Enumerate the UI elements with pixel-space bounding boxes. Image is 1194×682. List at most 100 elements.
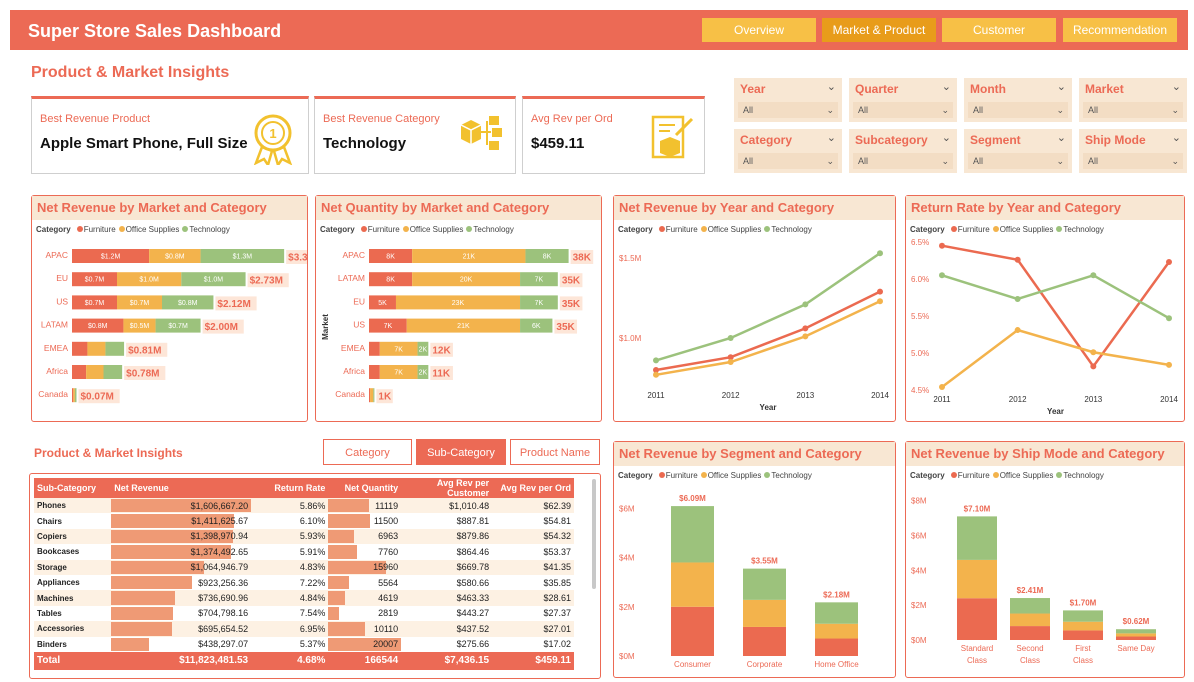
category-label: EMEA — [44, 343, 68, 353]
table-row[interactable]: Tables $704,798.16 7.54% 2819 $443.27 $27.37 — [34, 606, 574, 621]
legend-title: Category — [910, 471, 945, 480]
x-tick-label: Home Office — [814, 660, 859, 669]
filter-value[interactable]: All ⌄ — [853, 102, 953, 118]
filter-label: Month — [970, 82, 1006, 96]
data-point — [939, 384, 945, 391]
panel-rev-year: Net Revenue by Year and Category Categor… — [613, 195, 896, 422]
column-header[interactable]: Avg Rev per Ord — [492, 478, 574, 498]
axis-label: Year — [1047, 407, 1064, 416]
x-tick-label: Standard — [961, 644, 993, 653]
cell-databar — [328, 514, 371, 528]
table-cell: Storage — [34, 559, 112, 575]
column-header[interactable]: Sub-Category — [34, 478, 112, 498]
category-label: Africa — [46, 366, 68, 376]
filter-month[interactable]: Month ⌄ All ⌄ — [964, 78, 1072, 122]
bar-segment — [743, 568, 786, 600]
tab-product-name[interactable]: Product Name — [510, 439, 600, 465]
filter-category[interactable]: Category ⌄ All ⌄ — [734, 129, 842, 173]
nav-customer-button[interactable]: Customer — [942, 18, 1056, 42]
chart-title: Net Revenue by Market and Category — [32, 196, 307, 220]
chevron-down-icon: ⌄ — [1171, 105, 1179, 115]
total-label: $2.00M — [205, 322, 238, 333]
kpi-best-product: Best Revenue Product Apple Smart Phone, … — [31, 96, 309, 174]
table-row[interactable]: Binders $438,297.07 5.37% 20007 $275.66 $17.0… — [34, 637, 574, 652]
table-cell: $54.32 — [492, 528, 574, 545]
total-label: 12K — [432, 345, 451, 356]
nav-recommendation-button[interactable]: Recommendation — [1063, 18, 1177, 42]
x-tick-label: 2013 — [796, 391, 814, 400]
bar-segment — [1116, 629, 1156, 634]
category-label: US — [56, 296, 68, 306]
panel-rev-market: Net Revenue by Market and Category Categ… — [31, 195, 308, 422]
data-point — [1014, 327, 1021, 334]
x-tick-label: 2012 — [722, 391, 740, 400]
column-header[interactable]: Net Quantity — [328, 478, 402, 498]
table-cell: $54.81 — [543, 516, 571, 527]
category-label: EMEA — [341, 343, 365, 353]
table-row[interactable]: Phones $1,606,667.20 5.86% 11119 $1,010.48 $6… — [34, 498, 574, 514]
filter-value[interactable]: All ⌄ — [1083, 153, 1183, 169]
data-point — [939, 242, 945, 249]
filter-ship-mode[interactable]: Ship Mode ⌄ All ⌄ — [1079, 129, 1187, 173]
filter-value[interactable]: All ⌄ — [1083, 102, 1183, 118]
filter-market[interactable]: Market ⌄ All ⌄ — [1079, 78, 1187, 122]
legend-swatch — [950, 472, 957, 478]
total-label: $2.73M — [250, 276, 283, 287]
filter-value[interactable]: All ⌄ — [853, 153, 953, 169]
filter-value[interactable]: All ⌄ — [968, 153, 1068, 169]
table-cell: $437.52 — [401, 621, 493, 637]
total-label: $0.07M — [81, 392, 114, 403]
x-tick-label: 2013 — [1084, 395, 1102, 404]
legend-title: Category — [618, 471, 653, 480]
column-header[interactable]: Net Revenue — [111, 478, 252, 498]
chart-legend: Category Furniture Office Supplies Technolo… — [910, 471, 1104, 480]
bar-segment — [86, 365, 104, 379]
total-label: 35K — [562, 276, 581, 287]
tab-sub-category[interactable]: Sub-Category — [416, 439, 506, 465]
data-point — [653, 371, 659, 378]
filter-value[interactable]: All ⌄ — [968, 102, 1068, 118]
filter-value[interactable]: All ⌄ — [738, 153, 838, 169]
filter-year[interactable]: Year ⌄ All ⌄ — [734, 78, 842, 122]
total-label: $7.10M — [964, 504, 991, 513]
legend-item: Technology — [771, 471, 812, 480]
table-row[interactable]: Chairs $1,411,625.67 6.10% 11500 $887.81 $54.… — [34, 513, 574, 528]
data-label: 2K — [419, 370, 428, 377]
table-row[interactable]: Bookcases $1,374,492.65 5.91% 7760 $864.46 $5… — [34, 544, 574, 559]
data-label: 21K — [457, 323, 470, 330]
table-cell: Chairs — [37, 516, 62, 526]
filter-label: Subcategory — [855, 133, 928, 147]
total-label: $0.78M — [126, 369, 159, 380]
nav-overview-button[interactable]: Overview — [702, 18, 816, 42]
bar-segment — [369, 341, 380, 356]
filter-value[interactable]: All ⌄ — [738, 102, 838, 118]
nav-market-product-button[interactable]: Market & Product — [822, 18, 936, 42]
table-cell: $62.39 — [492, 498, 574, 514]
tab-category[interactable]: Category — [323, 439, 412, 465]
table-cell: 10110 — [328, 621, 402, 637]
filter-subcategory[interactable]: Subcategory ⌄ All ⌄ — [849, 129, 957, 173]
kpi-label: Best Revenue Category — [323, 113, 440, 125]
column-header[interactable]: Avg Rev per Customer — [401, 478, 493, 498]
filter-segment[interactable]: Segment ⌄ All ⌄ — [964, 129, 1072, 173]
table-cell: 4.83% — [251, 559, 329, 575]
x-tick-label: Consumer — [674, 660, 711, 669]
column-header[interactable]: Return Rate — [251, 478, 329, 498]
x-tick-label: 2014 — [1160, 395, 1178, 404]
table-scrollbar[interactable] — [592, 479, 596, 589]
total-label: 11K — [432, 369, 451, 380]
table-row[interactable]: Accessories $695,654.52 6.95% 10110 $437.52 $… — [34, 621, 574, 637]
legend-swatch — [1056, 472, 1063, 478]
x-tick-label: Class — [1073, 656, 1093, 665]
table-section-title: Product & Market Insights — [34, 446, 183, 460]
total-label: $3.32M — [288, 253, 307, 264]
table-row[interactable]: Copiers $1,398,970.94 5.93% 6963 $879.86 $54.… — [34, 528, 574, 545]
legend-item: Furniture — [957, 471, 990, 480]
table-row[interactable]: Appliances $923,256.36 7.22% 5564 $580.66 $35… — [34, 575, 574, 590]
chart-rev-market: APAC $1.2M $0.8M $1.3M $3.32M EU $0.7M $1.0M $1.… — [38, 249, 307, 404]
category-label: Canada — [335, 389, 365, 399]
x-tick-label: 2011 — [647, 391, 665, 400]
table-row[interactable]: Machines $736,690.96 4.84% 4619 $463.33 $28.6… — [34, 590, 574, 606]
filter-quarter[interactable]: Quarter ⌄ All ⌄ — [849, 78, 957, 122]
table-row[interactable]: Storage $1,064,946.79 4.83% 15960 $669.78 $41… — [34, 559, 574, 575]
